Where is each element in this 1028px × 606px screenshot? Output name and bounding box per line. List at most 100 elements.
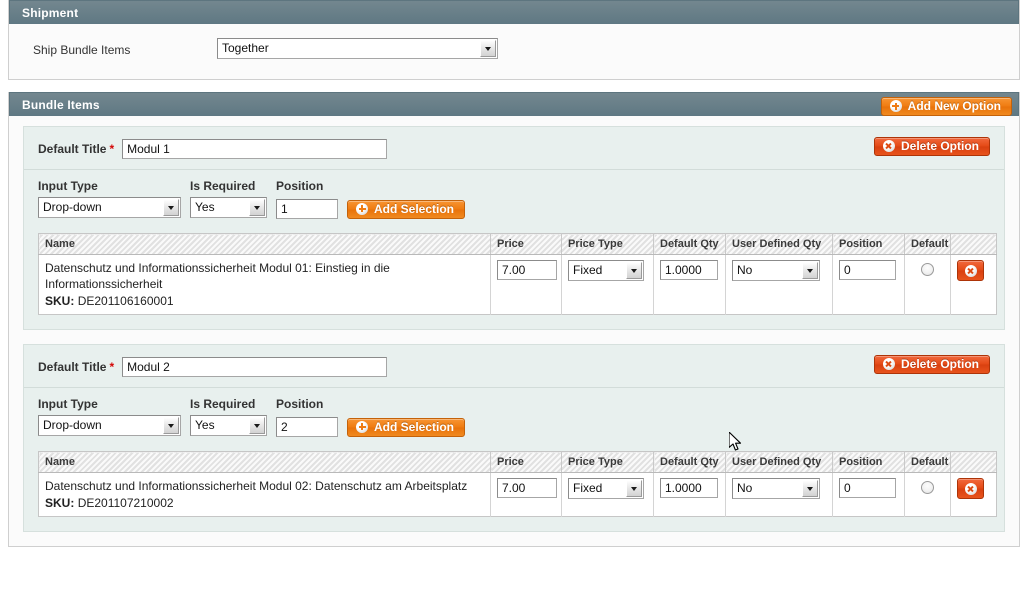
selection-user-defined-qty-select-wrap[interactable]: No xyxy=(732,478,820,502)
selection-default-cell xyxy=(904,472,951,517)
delete-option-label: Delete Option xyxy=(900,139,979,153)
ship-bundle-items-select[interactable]: Together xyxy=(217,38,498,59)
selection-actions-cell xyxy=(950,254,997,315)
selection-price-type-select[interactable]: Fixed xyxy=(568,260,644,281)
selection-default-qty-cell xyxy=(653,472,726,517)
input-type-select[interactable]: Drop-down xyxy=(38,415,181,436)
selection-position-cell xyxy=(832,254,905,315)
selections-table: Name Price Price Type Default Qty User D… xyxy=(38,451,997,517)
selection-price-input[interactable] xyxy=(497,478,557,498)
selection-price-type-select-wrap[interactable]: Fixed xyxy=(568,260,644,284)
selections-table-header-row: Name Price Price Type Default Qty User D… xyxy=(38,233,997,255)
selection-price-cell xyxy=(490,254,562,315)
selection-user-defined-qty-select[interactable]: No xyxy=(732,478,820,499)
position-label: Position xyxy=(276,397,324,411)
selection-default-radio[interactable] xyxy=(921,481,934,494)
selection-price-input[interactable] xyxy=(497,260,557,280)
add-new-option-wrap: Add New Option xyxy=(880,96,1012,120)
col-header-default-qty: Default Qty xyxy=(653,233,726,255)
selection-user-defined-qty-select-wrap[interactable]: No xyxy=(732,260,820,284)
default-title-label: Default Title xyxy=(38,360,107,374)
sku-label: SKU: xyxy=(45,496,75,510)
position-input[interactable] xyxy=(276,417,338,437)
shipment-panel-body: Ship Bundle Items Together xyxy=(9,24,1019,79)
input-type-label: Input Type xyxy=(38,397,98,411)
position-input[interactable] xyxy=(276,199,338,219)
selection-position-input[interactable] xyxy=(839,260,896,280)
col-header-position: Position xyxy=(832,233,905,255)
col-header-position: Position xyxy=(832,451,905,473)
option-divider xyxy=(24,387,1004,388)
option-divider xyxy=(24,169,1004,170)
bundle-option-box: Default Title * Delete Option Input Type… xyxy=(23,126,1005,330)
add-selection-button[interactable]: Add Selection xyxy=(347,199,466,219)
sku-label: SKU: xyxy=(45,294,75,308)
selection-position-input[interactable] xyxy=(839,478,896,498)
input-type-select-wrap[interactable]: Drop-down xyxy=(38,197,181,221)
selection-default-qty-input[interactable] xyxy=(660,260,718,280)
option-title-row: Default Title * Delete Option xyxy=(38,137,990,169)
input-type-select[interactable]: Drop-down xyxy=(38,197,181,218)
col-header-price-type: Price Type xyxy=(561,233,654,255)
add-selection-button[interactable]: Add Selection xyxy=(347,417,466,437)
selections-table: Name Price Price Type Default Qty User D… xyxy=(38,233,997,315)
is-required-select-wrap[interactable]: Yes xyxy=(190,197,267,221)
position-label: Position xyxy=(276,179,324,193)
shipment-panel-title: Shipment xyxy=(22,6,79,20)
ship-bundle-items-row: Ship Bundle Items Together xyxy=(9,38,1019,62)
col-header-user-defined-qty: User Defined Qty xyxy=(725,233,833,255)
plus-circle-icon xyxy=(356,420,368,433)
default-title-label: Default Title xyxy=(38,142,107,156)
plus-circle-icon xyxy=(889,100,902,112)
input-type-select-wrap[interactable]: Drop-down xyxy=(38,415,181,439)
selection-default-radio[interactable] xyxy=(921,263,934,276)
selection-default-qty-input[interactable] xyxy=(660,478,718,498)
selection-sku: SKU: DE201107210002 xyxy=(45,495,484,511)
option-title-row: Default Title * Delete Option xyxy=(38,355,990,387)
selection-user-defined-qty-select[interactable]: No xyxy=(732,260,820,281)
bundle-items-panel: Bundle Items Add New Option Default Titl… xyxy=(8,92,1020,547)
is-required-select[interactable]: Yes xyxy=(190,415,267,436)
is-required-select-wrap[interactable]: Yes xyxy=(190,415,267,439)
page-root: Shipment Ship Bundle Items Together Bund… xyxy=(0,0,1028,606)
col-header-name: Name xyxy=(38,451,491,473)
selection-sku: SKU: DE201106160001 xyxy=(45,293,484,309)
is-required-label: Is Required xyxy=(190,397,256,411)
sku-value: DE201106160001 xyxy=(77,294,174,308)
default-title-input[interactable] xyxy=(122,139,388,159)
col-header-name: Name xyxy=(38,233,491,255)
is-required-select[interactable]: Yes xyxy=(190,197,267,218)
delete-option-label: Delete Option xyxy=(900,357,979,371)
add-selection-label: Add Selection xyxy=(374,201,455,216)
option-controls-row: Drop-down Yes Add Selection xyxy=(38,197,990,221)
is-required-label: Is Required xyxy=(190,179,256,193)
default-title-input[interactable] xyxy=(122,357,388,377)
col-header-default: Default xyxy=(904,451,951,473)
selection-user-defined-qty-cell: No xyxy=(725,254,833,315)
selection-position-cell xyxy=(832,472,905,517)
required-marker: * xyxy=(109,360,115,374)
delete-selection-button[interactable] xyxy=(957,260,984,281)
col-header-price-type: Price Type xyxy=(561,451,654,473)
col-header-actions xyxy=(950,451,997,473)
ship-bundle-items-label: Ship Bundle Items xyxy=(33,43,131,57)
selection-price-type-select[interactable]: Fixed xyxy=(568,478,644,499)
selection-price-cell xyxy=(490,472,562,517)
ship-bundle-items-select-wrap[interactable]: Together xyxy=(217,38,498,62)
delete-option-button[interactable]: Delete Option xyxy=(873,137,990,156)
selection-price-type-select-wrap[interactable]: Fixed xyxy=(568,478,644,502)
selection-name-cell: Datenschutz und Informationssicherheit M… xyxy=(38,472,491,517)
selection-price-type-cell: Fixed xyxy=(561,472,654,517)
add-new-option-button[interactable]: Add New Option xyxy=(880,97,1012,116)
selection-price-type-cell: Fixed xyxy=(561,254,654,315)
x-circle-icon xyxy=(882,140,895,152)
selection-actions-cell xyxy=(950,472,997,517)
delete-selection-button[interactable] xyxy=(957,478,984,499)
bundle-items-panel-title: Bundle Items xyxy=(22,98,100,112)
shipment-panel: Shipment Ship Bundle Items Together xyxy=(8,0,1020,80)
input-type-label: Input Type xyxy=(38,179,98,193)
option-controls-row: Drop-down Yes Add Selection xyxy=(38,415,990,439)
col-header-default-qty: Default Qty xyxy=(653,451,726,473)
col-header-price: Price xyxy=(490,451,562,473)
delete-option-button[interactable]: Delete Option xyxy=(873,355,990,374)
